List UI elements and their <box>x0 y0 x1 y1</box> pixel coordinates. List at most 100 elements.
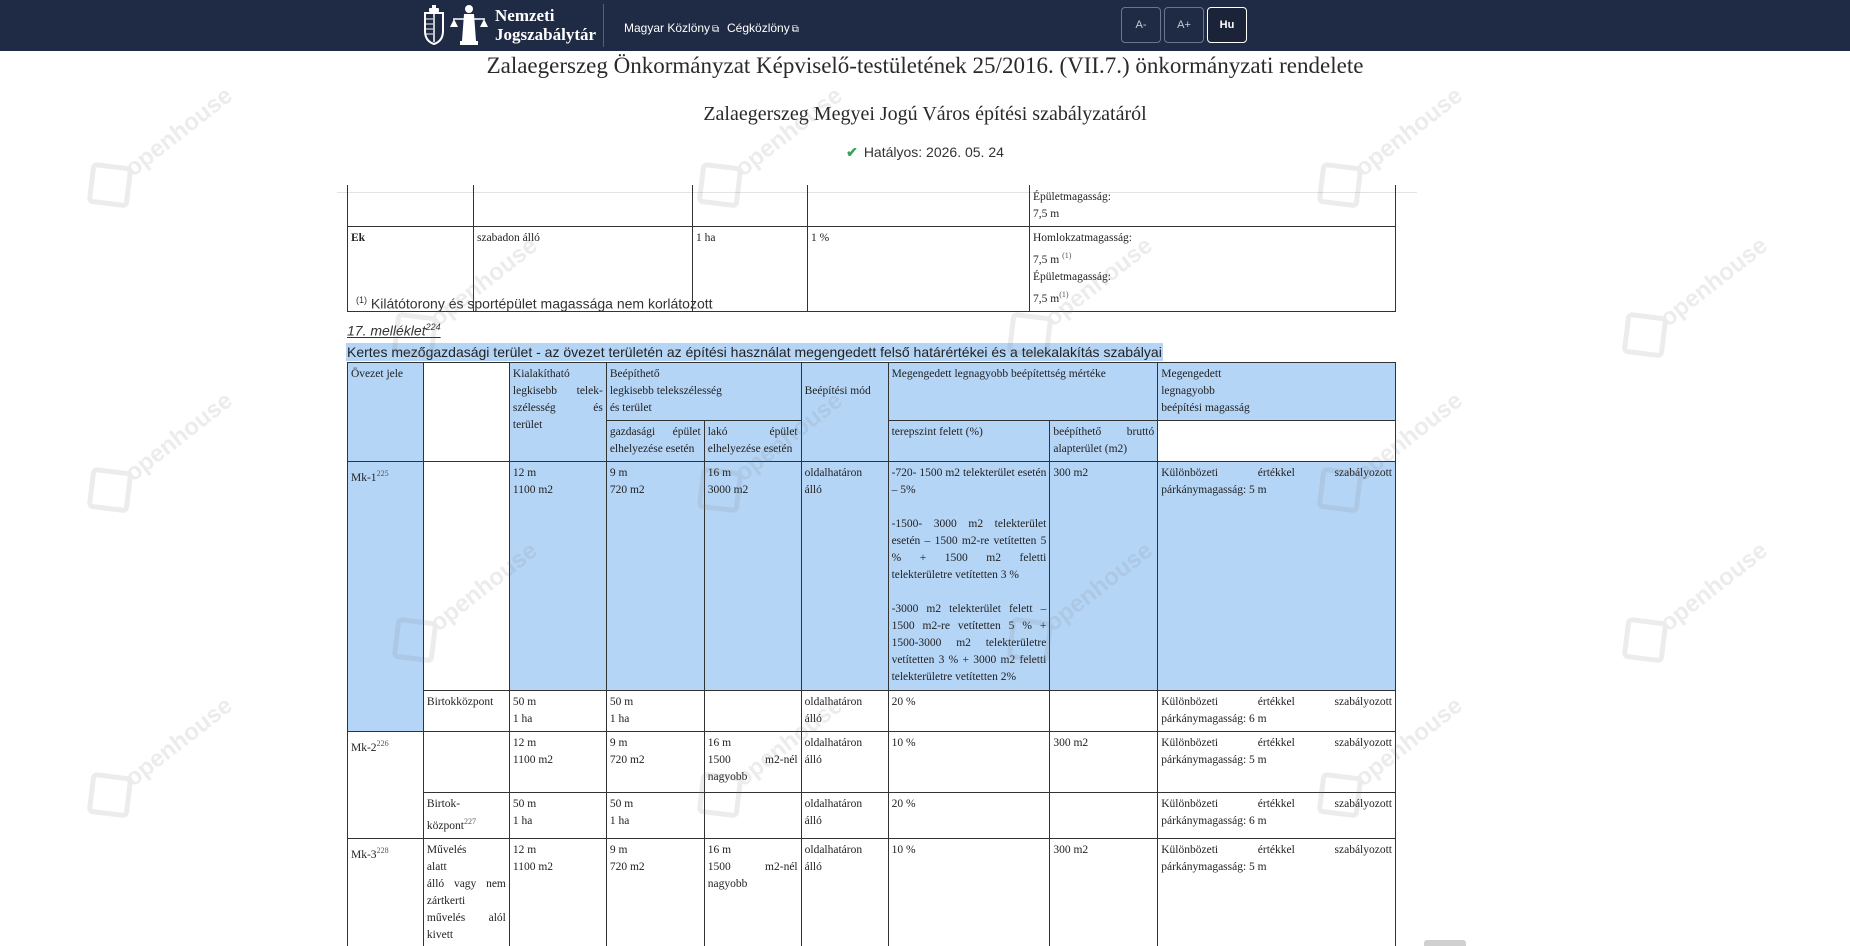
header-farm-line: gazdasági épület <box>609 426 701 438</box>
coverage: 1 % <box>807 226 1030 312</box>
watermark-house-icon <box>1621 616 1669 664</box>
height-cell: Különbözeti értékkel szabályozott párkány… <box>1157 731 1396 793</box>
facade-height-label: Homlokzatmagasság: <box>1033 232 1133 244</box>
topbar-divider <box>603 4 604 47</box>
header-min-plot-line: legkisebb telek- <box>512 385 603 397</box>
mode-line: álló <box>804 754 822 766</box>
min-plot-line: 50 m <box>512 798 537 810</box>
footnote-ref[interactable]: 228 <box>377 846 389 855</box>
min-plot-line: 1 ha <box>512 815 533 827</box>
watermark-text: openhouse <box>1350 81 1468 182</box>
coverage-cell: -720- 1500 m2 telekterület esetén – 5% -… <box>887 461 1051 691</box>
residential-line: nagyobb <box>707 771 748 783</box>
watermark-text: openhouse <box>1655 536 1773 637</box>
mode-line: álló <box>804 713 822 725</box>
min-plot-line: 1100 m2 <box>512 754 554 766</box>
gross-cell: 300 m2 <box>1049 731 1159 793</box>
font-increase-button[interactable]: A+ <box>1164 7 1204 43</box>
coverage-rule: -1500- 3000 m2 telekterület esetén – 150… <box>891 518 1047 581</box>
height-line: Különbözeti értékkel szabályozott <box>1161 696 1392 708</box>
farm-line: 50 m <box>609 696 634 708</box>
coverage-cell: 10 % <box>887 731 1051 793</box>
min-plot-cell: 50 m 1 ha <box>508 792 607 839</box>
farm-line: 1 ha <box>609 713 630 725</box>
footnote-ref: (1) <box>1059 289 1069 299</box>
header-buildable: Beépíthető legkisebb telekszélesség és t… <box>605 362 802 421</box>
header-blank <box>422 362 510 462</box>
zone-code-cell: Mk-3228 <box>347 837 424 946</box>
header-buildable-line: Beépíthető <box>609 368 660 380</box>
annex-ref[interactable]: 224 <box>426 322 441 332</box>
site-logo[interactable]: Nemzeti Jogszabálytár <box>423 2 596 48</box>
subzone-name-line: központ <box>426 819 464 832</box>
farm-line: 50 m <box>609 798 634 810</box>
header-gross-floor: beépíthető bruttó alapterület (m2) <box>1049 420 1159 462</box>
font-decrease-button[interactable]: A- <box>1121 7 1161 43</box>
height-line: párkánymagasság: 5 m <box>1161 484 1267 496</box>
height-line: párkánymagasság: 5 m <box>1161 754 1267 766</box>
watermark-house-icon <box>86 161 134 209</box>
justice-statue-icon <box>450 5 488 45</box>
height-cell: Különbözeti értékkel szabályozott párkány… <box>1157 792 1396 839</box>
subzone-name-cell: Birtok-központ227 <box>422 792 510 839</box>
building-height-label: Épületmagasság: <box>1033 191 1111 203</box>
subzone-name-cell: Művelés alatt álló vagy nem zártkerti mű… <box>422 837 510 946</box>
min-plot-line: 1100 m2 <box>512 860 554 873</box>
page-title: Zalaegerszeg Önkormányzat Képviselő-test… <box>486 53 1364 78</box>
top-navigation-bar: Nemzeti Jogszabálytár Magyar Közlöny ⧉ Cé… <box>0 0 1850 51</box>
annex-heading-link[interactable]: 17. melléklet224 <box>347 322 441 339</box>
height-line: Különbözeti értékkel szabályozott <box>1161 737 1392 749</box>
residential-line: 1500 m2-nél <box>707 754 798 766</box>
watermark: openhouse <box>1609 536 1773 684</box>
footnote-ref[interactable]: 227 <box>464 817 476 826</box>
previous-annex-table: Épületmagasság: 7,5 m Ek szabadon álló 1… <box>347 185 1396 312</box>
cegkozlony-link[interactable]: Cégközlöny ⧉ <box>727 21 799 35</box>
subzone-line: művelés alól <box>426 911 506 924</box>
scrollbar-thumb[interactable] <box>1424 940 1466 946</box>
farm-line: 9 m <box>609 467 628 479</box>
min-plot-line: 1100 m2 <box>512 484 554 496</box>
validity-status: ✔ Hatályos: 2026. 05. 24 <box>0 144 1850 161</box>
header-coverage: Megengedett legnagyobb beépítettség mért… <box>887 362 1159 421</box>
farm-cell: 9 m 720 m2 <box>605 461 705 691</box>
gross-cell: 300 m2 <box>1049 837 1159 946</box>
watermark-text: openhouse <box>730 81 848 182</box>
subzone-line: alatt <box>426 860 447 873</box>
table-row: Birtokközpont 50 m 1 ha 50 m 1 ha oldalhat… <box>348 690 1396 732</box>
residential-cell: 16 m 1500 m2-nél nagyobb <box>703 837 802 946</box>
residential-line: 1500 m2-nél <box>707 860 798 873</box>
residential-line: 3000 m2 <box>707 484 749 496</box>
farm-cell: 50 m 1 ha <box>605 792 705 839</box>
subzone-name-line-2: központ227 <box>427 813 506 835</box>
building-height-value-line: 7,5 m(1) <box>1033 286 1392 308</box>
language-button[interactable]: Hu <box>1207 7 1247 43</box>
farm-cell: 9 m 720 m2 <box>605 731 705 793</box>
page-subtitle: Zalaegerszeg Megyei Jogú Város építési s… <box>703 103 1147 125</box>
residential-line: nagyobb <box>707 877 748 890</box>
footnote-marker: (1) <box>356 295 367 305</box>
header-height-line: legnagyobb <box>1161 385 1215 397</box>
header-mode-label: Beépítési mód <box>804 385 871 397</box>
header-min-plot-line: terület <box>512 419 543 431</box>
watermark: openhouse <box>74 691 238 839</box>
height-line: párkánymagasság: 6 m <box>1161 713 1267 725</box>
height-line: Különbözeti értékkel szabályozott <box>1161 798 1392 810</box>
header-min-plot-line: Kialakítható <box>512 368 570 380</box>
mode-line: oldalhatáron <box>804 843 863 856</box>
subzone-line: Művelés <box>426 843 467 856</box>
header-residential-line: lakó épület <box>707 426 798 438</box>
coverage-rule: -3000 m2 telekterület felett – 1500 m2-r… <box>891 603 1047 683</box>
watermark-text: openhouse <box>120 691 238 792</box>
zone-code: Mk-3 <box>351 848 377 861</box>
mode-cell: oldalhatáron álló <box>800 792 889 839</box>
header-height-line: Megengedett <box>1161 368 1222 380</box>
farm-line: 9 m <box>609 737 628 749</box>
magyar-kozlony-link[interactable]: Magyar Közlöny ⧉ <box>624 21 719 35</box>
footnote-ref[interactable]: 226 <box>377 739 389 748</box>
residential-line: 16 m <box>707 843 732 856</box>
height-line: Különbözeti értékkel szabályozott <box>1161 843 1392 856</box>
logo-line-2: Jogszabálytár <box>495 25 597 44</box>
subzone-line: zártkerti <box>426 894 466 907</box>
footnote-ref[interactable]: 225 <box>377 469 389 478</box>
watermark-text: openhouse <box>120 386 238 487</box>
